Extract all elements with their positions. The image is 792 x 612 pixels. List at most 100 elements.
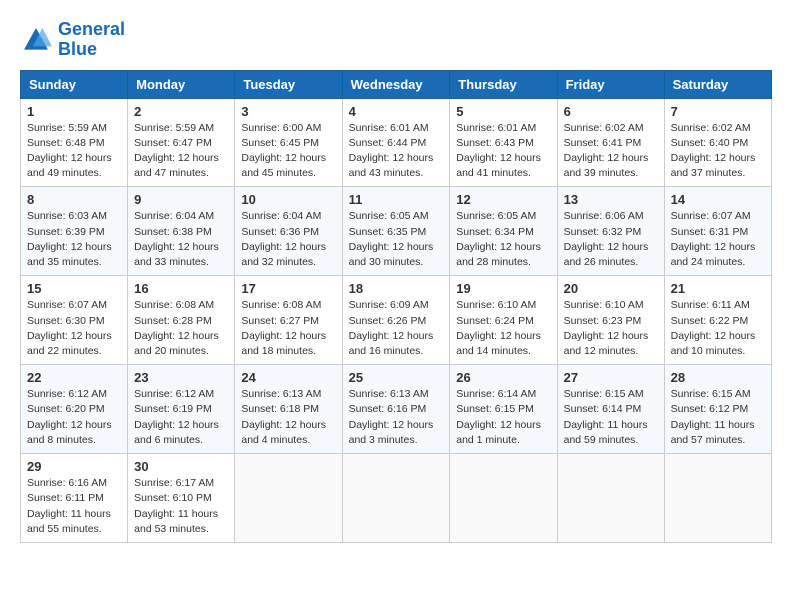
calendar-day-cell: 28 Sunrise: 6:15 AMSunset: 6:12 PMDaylig… (664, 365, 771, 454)
calendar-day-cell: 24 Sunrise: 6:13 AMSunset: 6:18 PMDaylig… (235, 365, 342, 454)
day-number: 25 (349, 370, 444, 385)
calendar-week-row: 1 Sunrise: 5:59 AMSunset: 6:48 PMDayligh… (21, 98, 772, 187)
day-detail: Sunrise: 6:16 AMSunset: 6:11 PMDaylight:… (27, 476, 121, 537)
day-detail: Sunrise: 6:09 AMSunset: 6:26 PMDaylight:… (349, 298, 444, 359)
day-detail: Sunrise: 6:12 AMSunset: 6:19 PMDaylight:… (134, 387, 228, 448)
page-header: General Blue (20, 20, 772, 60)
day-of-week-header: Thursday (450, 70, 557, 98)
day-number: 19 (456, 281, 550, 296)
calendar-day-cell: 7 Sunrise: 6:02 AMSunset: 6:40 PMDayligh… (664, 98, 771, 187)
calendar-day-cell: 16 Sunrise: 6:08 AMSunset: 6:28 PMDaylig… (128, 276, 235, 365)
day-number: 20 (564, 281, 658, 296)
day-detail: Sunrise: 6:05 AMSunset: 6:35 PMDaylight:… (349, 209, 444, 270)
day-detail: Sunrise: 6:17 AMSunset: 6:10 PMDaylight:… (134, 476, 228, 537)
calendar-day-cell: 2 Sunrise: 5:59 AMSunset: 6:47 PMDayligh… (128, 98, 235, 187)
calendar-day-cell: 21 Sunrise: 6:11 AMSunset: 6:22 PMDaylig… (664, 276, 771, 365)
calendar-day-cell: 4 Sunrise: 6:01 AMSunset: 6:44 PMDayligh… (342, 98, 450, 187)
calendar-day-cell: 6 Sunrise: 6:02 AMSunset: 6:41 PMDayligh… (557, 98, 664, 187)
calendar-day-cell (342, 454, 450, 543)
day-detail: Sunrise: 6:11 AMSunset: 6:22 PMDaylight:… (671, 298, 765, 359)
day-detail: Sunrise: 6:01 AMSunset: 6:44 PMDaylight:… (349, 121, 444, 182)
day-of-week-header: Sunday (21, 70, 128, 98)
day-detail: Sunrise: 6:04 AMSunset: 6:36 PMDaylight:… (241, 209, 335, 270)
day-detail: Sunrise: 6:03 AMSunset: 6:39 PMDaylight:… (27, 209, 121, 270)
calendar-day-cell: 5 Sunrise: 6:01 AMSunset: 6:43 PMDayligh… (450, 98, 557, 187)
day-number: 9 (134, 192, 228, 207)
day-detail: Sunrise: 6:13 AMSunset: 6:18 PMDaylight:… (241, 387, 335, 448)
day-number: 18 (349, 281, 444, 296)
calendar-day-cell (664, 454, 771, 543)
day-number: 27 (564, 370, 658, 385)
day-number: 5 (456, 104, 550, 119)
calendar-table: SundayMondayTuesdayWednesdayThursdayFrid… (20, 70, 772, 543)
calendar-day-cell: 13 Sunrise: 6:06 AMSunset: 6:32 PMDaylig… (557, 187, 664, 276)
day-of-week-header: Saturday (664, 70, 771, 98)
calendar-day-cell: 10 Sunrise: 6:04 AMSunset: 6:36 PMDaylig… (235, 187, 342, 276)
day-number: 1 (27, 104, 121, 119)
calendar-day-cell: 19 Sunrise: 6:10 AMSunset: 6:24 PMDaylig… (450, 276, 557, 365)
day-of-week-header: Monday (128, 70, 235, 98)
calendar-day-cell: 25 Sunrise: 6:13 AMSunset: 6:16 PMDaylig… (342, 365, 450, 454)
day-detail: Sunrise: 6:08 AMSunset: 6:28 PMDaylight:… (134, 298, 228, 359)
day-detail: Sunrise: 6:15 AMSunset: 6:14 PMDaylight:… (564, 387, 658, 448)
logo-text: General Blue (58, 20, 125, 60)
day-number: 4 (349, 104, 444, 119)
day-number: 16 (134, 281, 228, 296)
day-number: 13 (564, 192, 658, 207)
calendar-day-cell: 26 Sunrise: 6:14 AMSunset: 6:15 PMDaylig… (450, 365, 557, 454)
day-of-week-header: Tuesday (235, 70, 342, 98)
day-detail: Sunrise: 6:05 AMSunset: 6:34 PMDaylight:… (456, 209, 550, 270)
calendar-day-cell: 18 Sunrise: 6:09 AMSunset: 6:26 PMDaylig… (342, 276, 450, 365)
day-number: 15 (27, 281, 121, 296)
day-number: 17 (241, 281, 335, 296)
day-detail: Sunrise: 6:10 AMSunset: 6:23 PMDaylight:… (564, 298, 658, 359)
day-number: 26 (456, 370, 550, 385)
day-number: 12 (456, 192, 550, 207)
calendar-day-cell: 8 Sunrise: 6:03 AMSunset: 6:39 PMDayligh… (21, 187, 128, 276)
day-detail: Sunrise: 6:14 AMSunset: 6:15 PMDaylight:… (456, 387, 550, 448)
calendar-day-cell: 1 Sunrise: 5:59 AMSunset: 6:48 PMDayligh… (21, 98, 128, 187)
calendar-week-row: 15 Sunrise: 6:07 AMSunset: 6:30 PMDaylig… (21, 276, 772, 365)
calendar-day-cell: 27 Sunrise: 6:15 AMSunset: 6:14 PMDaylig… (557, 365, 664, 454)
calendar-day-cell: 11 Sunrise: 6:05 AMSunset: 6:35 PMDaylig… (342, 187, 450, 276)
calendar-day-cell: 15 Sunrise: 6:07 AMSunset: 6:30 PMDaylig… (21, 276, 128, 365)
calendar-week-row: 22 Sunrise: 6:12 AMSunset: 6:20 PMDaylig… (21, 365, 772, 454)
day-number: 30 (134, 459, 228, 474)
calendar-day-cell (235, 454, 342, 543)
calendar-week-row: 29 Sunrise: 6:16 AMSunset: 6:11 PMDaylig… (21, 454, 772, 543)
calendar-week-row: 8 Sunrise: 6:03 AMSunset: 6:39 PMDayligh… (21, 187, 772, 276)
day-number: 21 (671, 281, 765, 296)
day-number: 28 (671, 370, 765, 385)
day-detail: Sunrise: 6:06 AMSunset: 6:32 PMDaylight:… (564, 209, 658, 270)
calendar-day-cell: 29 Sunrise: 6:16 AMSunset: 6:11 PMDaylig… (21, 454, 128, 543)
day-number: 7 (671, 104, 765, 119)
calendar-day-cell: 20 Sunrise: 6:10 AMSunset: 6:23 PMDaylig… (557, 276, 664, 365)
day-of-week-header: Wednesday (342, 70, 450, 98)
day-number: 11 (349, 192, 444, 207)
day-detail: Sunrise: 6:00 AMSunset: 6:45 PMDaylight:… (241, 121, 335, 182)
day-number: 6 (564, 104, 658, 119)
day-detail: Sunrise: 6:02 AMSunset: 6:41 PMDaylight:… (564, 121, 658, 182)
day-number: 23 (134, 370, 228, 385)
calendar-header-row: SundayMondayTuesdayWednesdayThursdayFrid… (21, 70, 772, 98)
day-number: 14 (671, 192, 765, 207)
day-number: 24 (241, 370, 335, 385)
calendar-day-cell: 12 Sunrise: 6:05 AMSunset: 6:34 PMDaylig… (450, 187, 557, 276)
calendar-day-cell: 9 Sunrise: 6:04 AMSunset: 6:38 PMDayligh… (128, 187, 235, 276)
calendar-day-cell: 30 Sunrise: 6:17 AMSunset: 6:10 PMDaylig… (128, 454, 235, 543)
logo-icon (20, 24, 52, 56)
calendar-day-cell: 17 Sunrise: 6:08 AMSunset: 6:27 PMDaylig… (235, 276, 342, 365)
day-detail: Sunrise: 6:13 AMSunset: 6:16 PMDaylight:… (349, 387, 444, 448)
day-number: 10 (241, 192, 335, 207)
day-detail: Sunrise: 6:07 AMSunset: 6:30 PMDaylight:… (27, 298, 121, 359)
calendar-day-cell: 23 Sunrise: 6:12 AMSunset: 6:19 PMDaylig… (128, 365, 235, 454)
calendar-day-cell: 14 Sunrise: 6:07 AMSunset: 6:31 PMDaylig… (664, 187, 771, 276)
day-detail: Sunrise: 5:59 AMSunset: 6:48 PMDaylight:… (27, 121, 121, 182)
calendar-day-cell (557, 454, 664, 543)
day-detail: Sunrise: 6:01 AMSunset: 6:43 PMDaylight:… (456, 121, 550, 182)
day-number: 29 (27, 459, 121, 474)
calendar-day-cell (450, 454, 557, 543)
day-detail: Sunrise: 6:12 AMSunset: 6:20 PMDaylight:… (27, 387, 121, 448)
day-detail: Sunrise: 6:07 AMSunset: 6:31 PMDaylight:… (671, 209, 765, 270)
day-number: 22 (27, 370, 121, 385)
